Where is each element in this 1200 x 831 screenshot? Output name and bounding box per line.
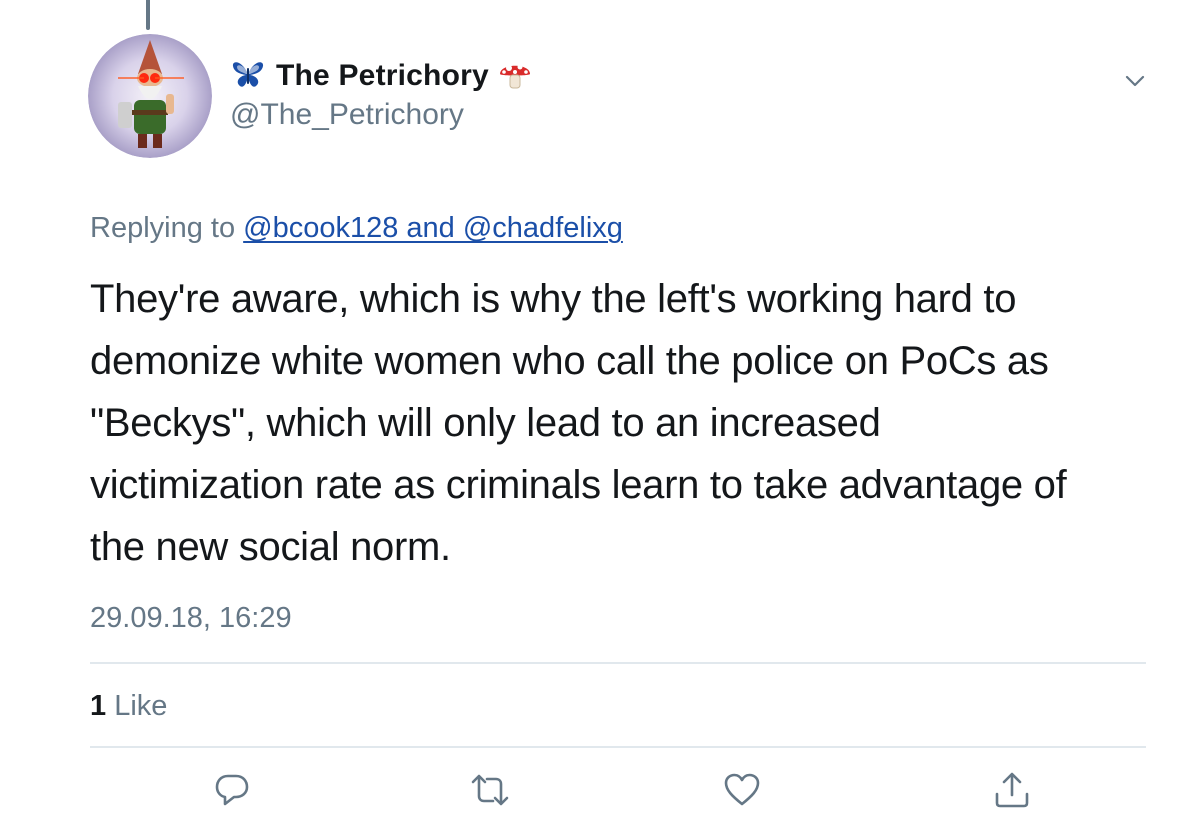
tweet-text-line: "Beckys", which will only lead to an inc… <box>90 401 881 445</box>
tweet-text: They're aware, which is why the left's w… <box>90 268 1150 578</box>
like-button[interactable] <box>722 770 762 810</box>
mushroom-icon <box>497 57 533 96</box>
likes-stat[interactable]: 1 Like <box>90 690 167 723</box>
gnome-avatar-image <box>88 34 212 158</box>
retweet-button[interactable] <box>470 770 510 810</box>
reply-mentions-link[interactable]: @bcook128 and @chadfelixg <box>243 212 623 244</box>
divider <box>90 746 1146 748</box>
tweet-text-line: They're aware, which is why the left's w… <box>90 277 1017 321</box>
likes-count: 1 <box>90 690 107 722</box>
avatar[interactable] <box>88 34 212 158</box>
reply-icon <box>215 774 249 806</box>
replying-to-line: Replying to @bcook128 and @chadfelixg <box>90 212 623 245</box>
author-handle[interactable]: @The_Petrichory <box>230 98 464 132</box>
tweet-text-line: demonize white women who call the police… <box>90 339 1049 383</box>
tweet-text-line: victimization rate as criminals learn to… <box>90 463 1067 507</box>
butterfly-icon <box>230 58 266 95</box>
tweet-text-line: the new social norm. <box>90 525 451 569</box>
reply-button[interactable] <box>212 770 252 810</box>
thread-connector-line <box>146 0 150 30</box>
retweet-icon <box>471 774 509 806</box>
replying-to-label: Replying to <box>90 212 244 244</box>
share-button[interactable] <box>992 770 1032 810</box>
author-name-row[interactable]: The Petrichory <box>230 56 533 96</box>
chevron-down-icon[interactable] <box>1124 70 1146 92</box>
tweet-timestamp[interactable]: 29.09.18, 16:29 <box>90 602 292 635</box>
share-icon <box>995 772 1029 808</box>
like-icon <box>724 773 760 806</box>
divider <box>90 662 1146 664</box>
likes-label: Like <box>106 690 168 722</box>
author-display-name[interactable]: The Petrichory <box>276 59 489 93</box>
